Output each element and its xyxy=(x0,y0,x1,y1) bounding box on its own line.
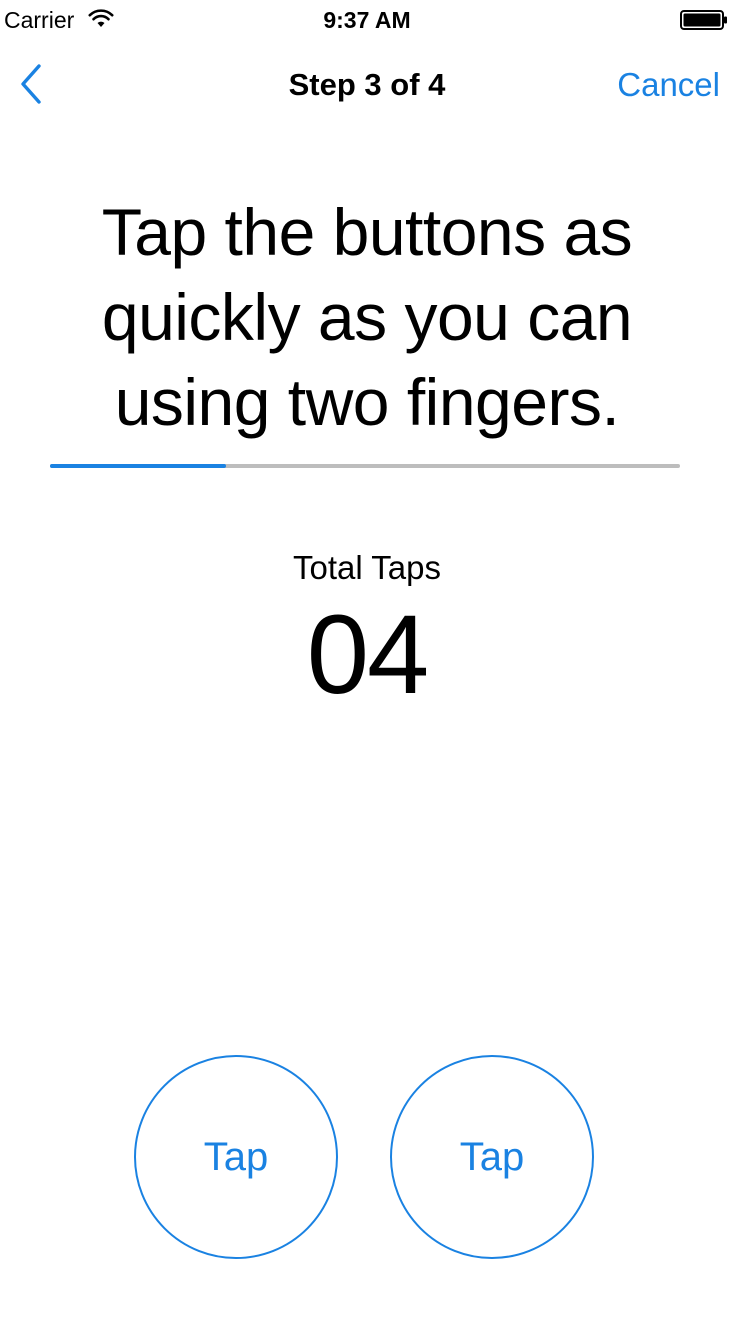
tap-button-right[interactable]: Tap xyxy=(390,1055,594,1259)
nav-bar: Step 3 of 4 Cancel xyxy=(0,40,734,128)
cancel-button[interactable]: Cancel xyxy=(617,66,720,104)
total-taps-label: Total Taps xyxy=(293,549,441,586)
status-bar: Carrier 9:37 AM xyxy=(0,0,734,40)
instruction-text: Tap the buttons as quickly as you can us… xyxy=(101,195,633,439)
progress-fill xyxy=(50,464,227,468)
battery-icon xyxy=(680,10,728,30)
status-time: 9:37 AM xyxy=(323,7,411,33)
total-taps-count: 04 xyxy=(306,592,430,717)
tap-button-left[interactable]: Tap xyxy=(134,1055,338,1259)
progress-bar xyxy=(50,464,680,468)
